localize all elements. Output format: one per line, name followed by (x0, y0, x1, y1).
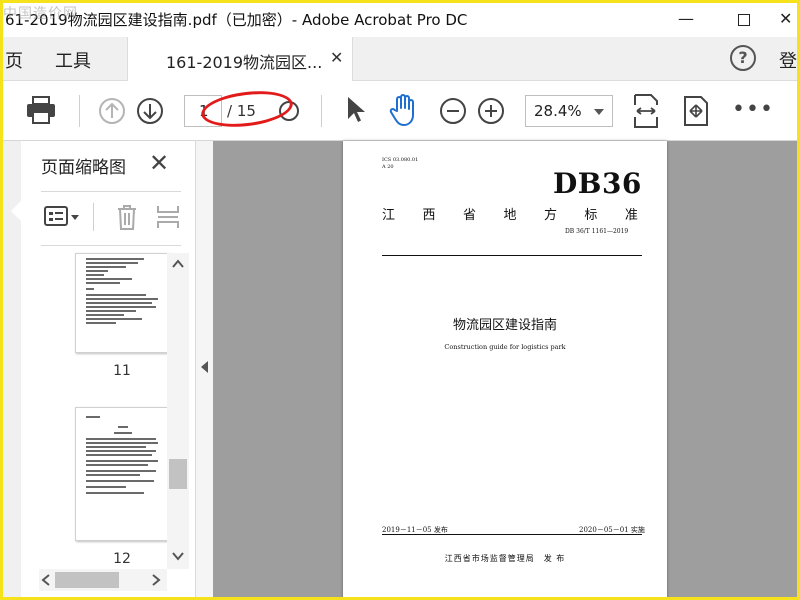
scrollbar-thumb[interactable] (169, 459, 187, 489)
standard-char: 省 (462, 208, 476, 223)
close-window-button[interactable]: ✕ (779, 5, 797, 33)
fit-page-icon[interactable] (633, 93, 659, 129)
app-window: 61-2019物流园区建设指南.pdf（已加密）- Adobe Acrobat … (0, 0, 800, 600)
standard-code: DB36 (553, 167, 642, 200)
title-bar: 61-2019物流园区建设指南.pdf（已加密）- Adobe Acrobat … (3, 3, 797, 37)
ics-line: ICS 03.080.01 (382, 157, 419, 163)
pdf-page: ICS 03.080.01 A 20 DB36 江 西 省 地 方 标 准 DB… (343, 141, 667, 597)
print-icon[interactable] (25, 95, 57, 125)
collapse-arrow-icon[interactable] (201, 361, 208, 373)
tab-close-icon[interactable]: ✕ (330, 48, 343, 67)
scroll-left-icon[interactable] (41, 574, 51, 586)
minimize-button[interactable]: — (663, 5, 709, 33)
page-down-icon[interactable] (136, 97, 164, 125)
maximize-icon (738, 13, 750, 26)
document-view[interactable]: ICS 03.080.01 A 20 DB36 江 西 省 地 方 标 准 DB… (213, 141, 797, 597)
page-thumbnail-12[interactable] (75, 407, 169, 541)
toolbar-divider (79, 95, 80, 127)
hand-tool-icon[interactable] (389, 93, 419, 127)
more-icon[interactable]: ••• (732, 97, 774, 122)
rule-bottom (382, 534, 642, 535)
document-title-cn: 物流园区建设指南 (452, 318, 557, 333)
left-rail (3, 141, 21, 597)
document-tab-label: 161-2019物流园区... (166, 53, 323, 72)
help-icon[interactable]: ? (730, 45, 756, 71)
zoom-out-icon[interactable] (439, 97, 467, 125)
select-cursor-icon[interactable] (345, 95, 367, 125)
ics-code: ICS 03.080.01 A 20 (382, 157, 418, 171)
thumbnail-panel-close-icon[interactable]: ✕ (149, 149, 169, 177)
scrollbar-thumb[interactable] (55, 572, 119, 588)
ccs-line: A 20 (382, 164, 394, 170)
rotate-icon[interactable] (682, 95, 710, 127)
toolbar-divider (321, 95, 322, 127)
standard-char: 方 (543, 208, 557, 223)
chevron-down-icon (594, 109, 604, 115)
watermark: 中国造价网 (3, 6, 78, 22)
page-thumbnail-label: 11 (113, 363, 131, 379)
thumbnail-panel: 页面缩略图 ✕ 11 12 (21, 141, 195, 597)
thumbnail-options-icon[interactable] (43, 205, 81, 229)
document-title-en: Construction guide for logistics park (444, 343, 566, 351)
scroll-down-icon[interactable] (172, 551, 184, 561)
thumbnail-tools (41, 199, 181, 235)
rule-top (382, 255, 642, 256)
zoom-in-icon[interactable] (477, 97, 505, 125)
scroll-up-icon[interactable] (172, 259, 184, 269)
standard-char: 准 (624, 208, 638, 223)
thumbnail-panel-title: 页面缩略图 (41, 158, 126, 178)
standard-type: 江 西 省 地 方 标 准 (382, 204, 638, 223)
standard-char: 西 (422, 208, 436, 223)
zoom-value: 28.4% (534, 102, 582, 120)
standard-char: 地 (503, 208, 517, 223)
menu-home[interactable]: 页 (5, 47, 23, 73)
tool-divider (93, 203, 94, 231)
thumbnail-vertical-scrollbar[interactable] (167, 253, 189, 569)
panel-pointer (11, 201, 21, 221)
issuing-authority: 江西省市场监督管理局 发 布 (444, 554, 566, 563)
thumbnail-horizontal-scrollbar[interactable] (39, 569, 167, 591)
standard-char: 江 (382, 208, 396, 223)
scroll-right-icon[interactable] (151, 574, 161, 586)
menu-tab-bar: 页 工具 161-2019物流园区... ✕ ? 登 (3, 37, 797, 81)
standard-char: 标 (584, 208, 598, 223)
insert-page-icon[interactable] (155, 203, 181, 231)
menu-tools[interactable]: 工具 (55, 47, 91, 73)
standard-number: DB 36/T 1161—2019 (565, 228, 629, 235)
page-thumbnail-11[interactable] (75, 253, 169, 353)
page-thumbnail-label: 12 (113, 551, 131, 567)
panel-collapse-strip[interactable] (195, 141, 213, 597)
maximize-button[interactable] (721, 5, 767, 33)
zoom-select[interactable]: 28.4% (525, 95, 613, 127)
toolbar: 1 / 15 28.4% ••• (3, 81, 797, 141)
page-up-icon[interactable] (98, 97, 126, 125)
login-button[interactable]: 登 (779, 47, 797, 73)
document-tab[interactable]: 161-2019物流园区... ✕ (127, 37, 353, 81)
divider (41, 191, 181, 192)
delete-page-icon[interactable] (115, 203, 139, 231)
divider (41, 245, 181, 246)
